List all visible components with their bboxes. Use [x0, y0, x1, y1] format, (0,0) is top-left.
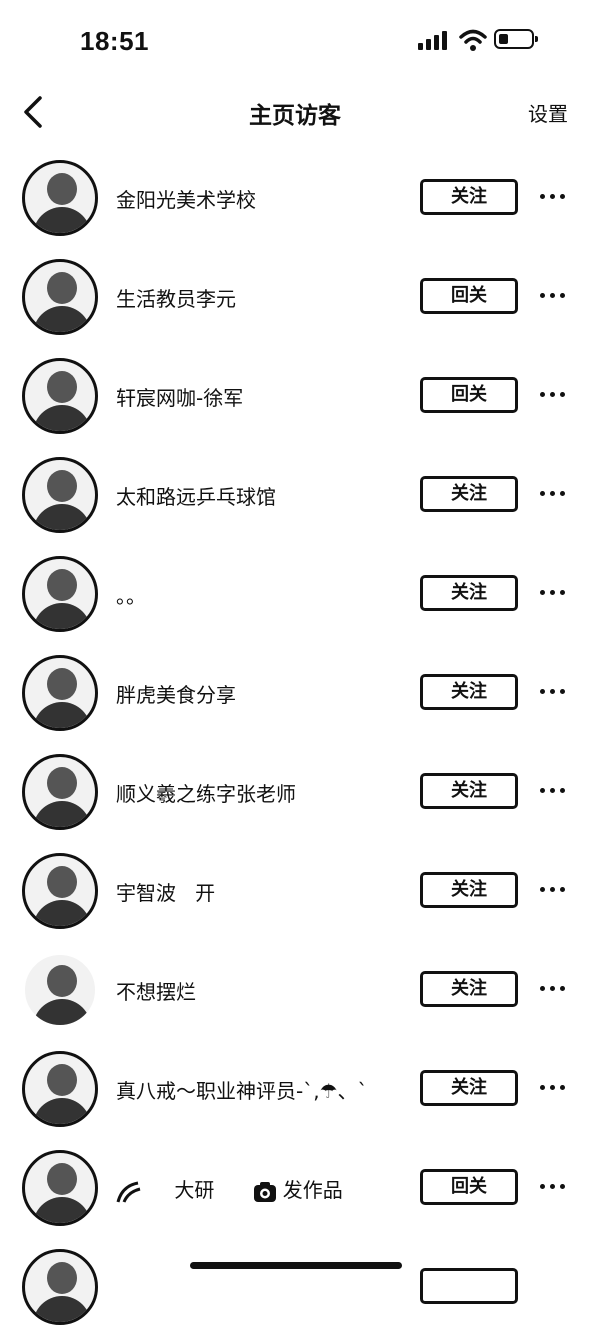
- more-icon[interactable]: [540, 283, 568, 307]
- visitor-name-group: 大研 发作品: [116, 1174, 343, 1204]
- visitor-row[interactable]: 大研 发作品 回关: [0, 1138, 590, 1237]
- visitor-row[interactable]: 生活教员李元 回关: [0, 247, 590, 346]
- follow-button[interactable]: 关注: [420, 1070, 518, 1106]
- visitor-name[interactable]: 大研: [174, 1178, 214, 1202]
- brush-logo-icon: [116, 1181, 141, 1203]
- post-entry[interactable]: 发作品: [253, 1174, 343, 1203]
- avatar[interactable]: [22, 160, 98, 236]
- more-icon[interactable]: [540, 976, 568, 1000]
- more-icon[interactable]: [540, 778, 568, 802]
- visitor-row[interactable]: [0, 1237, 590, 1336]
- visitor-row[interactable]: 宇智波 开 关注: [0, 841, 590, 940]
- visitor-name[interactable]: 金阳光美术学校: [116, 184, 256, 213]
- battery-icon: [494, 29, 538, 49]
- follow-back-button[interactable]: 回关: [420, 1169, 518, 1205]
- visitor-name[interactable]: 真八戒～职业神评员-`,☂、`: [116, 1075, 368, 1104]
- visitor-name[interactable]: 太和路远乒乓球馆: [116, 481, 276, 510]
- visitor-row[interactable]: 轩宸网咖-徐军 回关: [0, 346, 590, 445]
- visitor-row[interactable]: 。。 关注: [0, 544, 590, 643]
- avatar[interactable]: [22, 655, 98, 731]
- more-icon[interactable]: [540, 382, 568, 406]
- page-title: 主页访客: [249, 103, 341, 129]
- visitor-name[interactable]: 不想摆烂: [116, 976, 196, 1005]
- follow-back-button[interactable]: 回关: [420, 377, 518, 413]
- avatar[interactable]: [22, 952, 98, 1028]
- visitor-row[interactable]: 顺义羲之练字张老师 关注: [0, 742, 590, 841]
- visitor-list: 金阳光美术学校 关注 生活教员李元 回关 轩宸网咖-徐军 回关 太和路远乒乓球馆…: [0, 148, 590, 1336]
- avatar[interactable]: [22, 1150, 98, 1226]
- visitor-name[interactable]: 胖虎美食分享: [116, 679, 236, 708]
- visitor-name[interactable]: 轩宸网咖-徐军: [116, 382, 243, 411]
- home-indicator[interactable]: [190, 1262, 402, 1269]
- avatar[interactable]: [22, 1051, 98, 1127]
- follow-back-button[interactable]: 回关: [420, 278, 518, 314]
- follow-button[interactable]: 关注: [420, 674, 518, 710]
- more-icon[interactable]: [540, 481, 568, 505]
- more-icon[interactable]: [540, 877, 568, 901]
- status-bar: 18:51: [0, 0, 590, 80]
- follow-button[interactable]: 关注: [420, 971, 518, 1007]
- camera-icon: [253, 1181, 276, 1202]
- visitor-row[interactable]: 金阳光美术学校 关注: [0, 148, 590, 247]
- avatar[interactable]: [22, 853, 98, 929]
- visitor-name[interactable]: 宇智波 开: [116, 877, 215, 906]
- more-icon[interactable]: [540, 679, 568, 703]
- visitor-name[interactable]: 。。: [116, 580, 146, 609]
- visitor-row[interactable]: 真八戒～职业神评员-`,☂、` 关注: [0, 1039, 590, 1138]
- avatar[interactable]: [22, 754, 98, 830]
- avatar[interactable]: [22, 556, 98, 632]
- avatar[interactable]: [22, 358, 98, 434]
- nav-bar: 主页访客 设置: [0, 80, 590, 144]
- visitor-row[interactable]: 太和路远乒乓球馆 关注: [0, 445, 590, 544]
- status-time: 18:51: [80, 26, 149, 56]
- follow-button[interactable]: 关注: [420, 179, 518, 215]
- visitor-row[interactable]: 不想摆烂 关注: [0, 940, 590, 1039]
- avatar[interactable]: [22, 259, 98, 335]
- avatar[interactable]: [22, 1249, 98, 1325]
- visitor-name[interactable]: 生活教员李元: [116, 283, 236, 312]
- more-icon[interactable]: [540, 1174, 568, 1198]
- post-work-label: 发作品: [282, 1178, 343, 1202]
- more-icon[interactable]: [540, 1075, 568, 1099]
- settings-button[interactable]: 设置: [528, 98, 568, 127]
- follow-button[interactable]: 关注: [420, 476, 518, 512]
- more-icon[interactable]: [540, 580, 568, 604]
- follow-button[interactable]: [420, 1268, 518, 1304]
- signal-icon: [418, 30, 450, 50]
- wifi-icon: [459, 29, 487, 51]
- follow-button[interactable]: 关注: [420, 872, 518, 908]
- visitor-row[interactable]: 胖虎美食分享 关注: [0, 643, 590, 742]
- more-icon[interactable]: [540, 184, 568, 208]
- follow-button[interactable]: 关注: [420, 575, 518, 611]
- follow-button[interactable]: 关注: [420, 773, 518, 809]
- visitor-name[interactable]: 顺义羲之练字张老师: [116, 778, 296, 807]
- avatar[interactable]: [22, 457, 98, 533]
